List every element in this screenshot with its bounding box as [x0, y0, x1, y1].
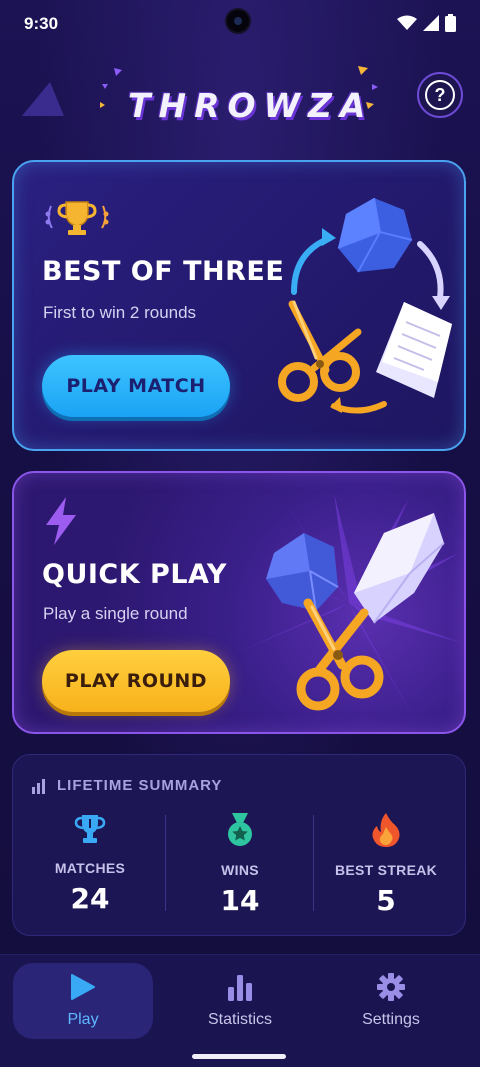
- best-of-three-title: BEST OF THREE: [42, 256, 285, 287]
- nav-item-play[interactable]: Play: [13, 963, 153, 1039]
- home-indicator[interactable]: [192, 1054, 286, 1059]
- play-icon: [71, 974, 95, 1000]
- nav-label-play: Play: [67, 1011, 99, 1028]
- stat-value: 5: [376, 884, 396, 917]
- gear-icon: [377, 973, 405, 1001]
- battery-icon: [445, 14, 456, 32]
- quick-play-card[interactable]: QUICK PLAY Play a single round PLAY ROUN…: [12, 471, 466, 734]
- status-bar: 9:30: [0, 0, 480, 46]
- decor-triangle-icon: [22, 82, 64, 116]
- quick-play-subtitle: Play a single round: [43, 604, 188, 623]
- nav-item-statistics[interactable]: Statistics: [170, 963, 310, 1039]
- play-round-button[interactable]: PLAY ROUND: [42, 650, 230, 712]
- app-header: THROWZA ?: [0, 58, 480, 144]
- flame-icon: [372, 813, 400, 847]
- quick-play-title: QUICK PLAY: [42, 559, 227, 590]
- wifi-icon: [397, 15, 417, 30]
- trophy-laurel-icon: [45, 201, 109, 235]
- stat-label: WINS: [221, 862, 259, 878]
- nav-label-statistics: Statistics: [207, 1011, 272, 1028]
- signal-icon: [423, 15, 439, 31]
- bar-chart-icon: [228, 975, 252, 1001]
- stat-value: 14: [220, 884, 260, 917]
- summary-header: LIFETIME SUMMARY: [31, 777, 222, 794]
- stat-best-streak: BEST STREAK 5: [311, 813, 461, 917]
- best-of-three-subtitle: First to win 2 rounds: [43, 303, 197, 322]
- rock-paper-scissors-cycle-icon: [278, 197, 452, 414]
- system-icons: [397, 14, 456, 32]
- stat-matches: MATCHES 24: [15, 813, 165, 915]
- stat-wins: WINS 14: [165, 813, 315, 917]
- status-time: 9:30: [24, 14, 59, 33]
- front-camera: [225, 8, 251, 34]
- help-button[interactable]: ?: [417, 72, 463, 118]
- stat-label: MATCHES: [54, 860, 126, 876]
- nav-label-settings: Settings: [362, 1011, 420, 1028]
- bottom-nav: Play Statistics Settings: [0, 954, 480, 1067]
- stat-label: BEST STREAK: [334, 862, 438, 878]
- lightning-bolt-icon: [46, 497, 76, 545]
- lifetime-summary-panel: LIFETIME SUMMARY MATCHES 24 WINS 14 BEST…: [12, 754, 466, 936]
- play-match-button[interactable]: PLAY MATCH: [42, 355, 230, 417]
- trophy-icon: [74, 815, 106, 843]
- help-icon: ?: [425, 80, 455, 110]
- stat-value: 24: [70, 882, 110, 915]
- medal-icon: [228, 813, 252, 846]
- nav-item-settings[interactable]: Settings: [321, 963, 461, 1039]
- rock-paper-scissors-burst-icon: [236, 491, 462, 718]
- summary-title: LIFETIME SUMMARY: [57, 777, 223, 794]
- best-of-three-card[interactable]: BEST OF THREE First to win 2 rounds PLAY…: [12, 160, 466, 451]
- app-logo: THROWZA: [128, 86, 374, 125]
- bar-chart-icon: [32, 778, 45, 794]
